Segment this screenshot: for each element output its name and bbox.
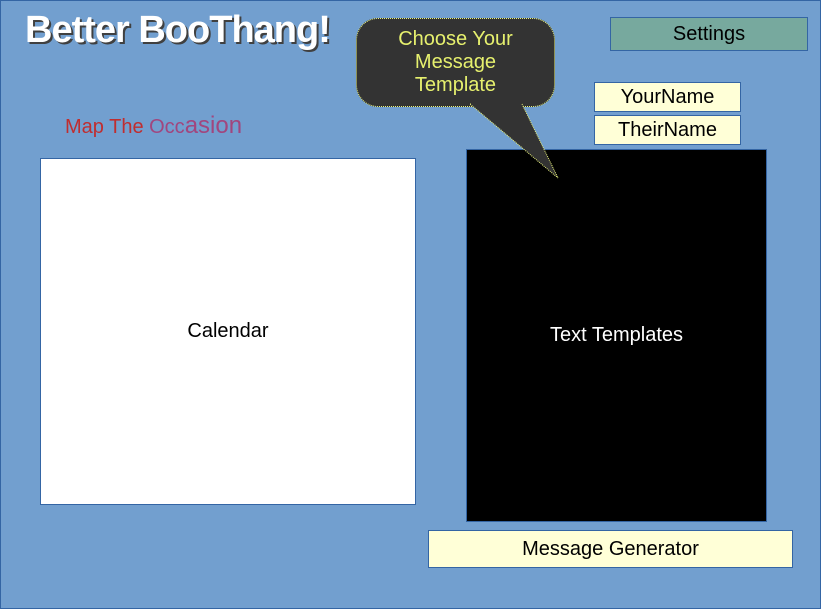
callout-line-1: Choose Your bbox=[398, 28, 513, 50]
message-generator-button[interactable]: Message Generator bbox=[428, 530, 793, 568]
text-templates-panel[interactable]: Text Templates bbox=[466, 149, 767, 522]
app-title: Better BooThang! bbox=[25, 9, 331, 51]
occasion-label-part-1: Map The bbox=[65, 116, 150, 138]
settings-button[interactable]: Settings bbox=[610, 17, 808, 51]
calendar-label: Calendar bbox=[187, 320, 269, 342]
callout-line-2: Message bbox=[414, 51, 497, 73]
app-window: Better BooThang! Settings Choose Your Me… bbox=[0, 0, 821, 609]
calendar-panel[interactable]: Calendar bbox=[40, 158, 416, 505]
choose-template-callout: Choose Your Message Template bbox=[356, 18, 555, 107]
occasion-label-part-3: asion bbox=[184, 112, 243, 139]
occasion-label-part-2: Occ bbox=[149, 116, 185, 138]
text-templates-label: Text Templates bbox=[549, 324, 684, 346]
callout-text: Choose Your Message Template bbox=[398, 28, 513, 97]
your-name-field[interactable]: YourName bbox=[594, 82, 741, 112]
callout-line-3: Template bbox=[414, 74, 497, 96]
map-occasion-label: Map The Occasion bbox=[65, 112, 242, 140]
their-name-field[interactable]: TheirName bbox=[594, 115, 741, 145]
